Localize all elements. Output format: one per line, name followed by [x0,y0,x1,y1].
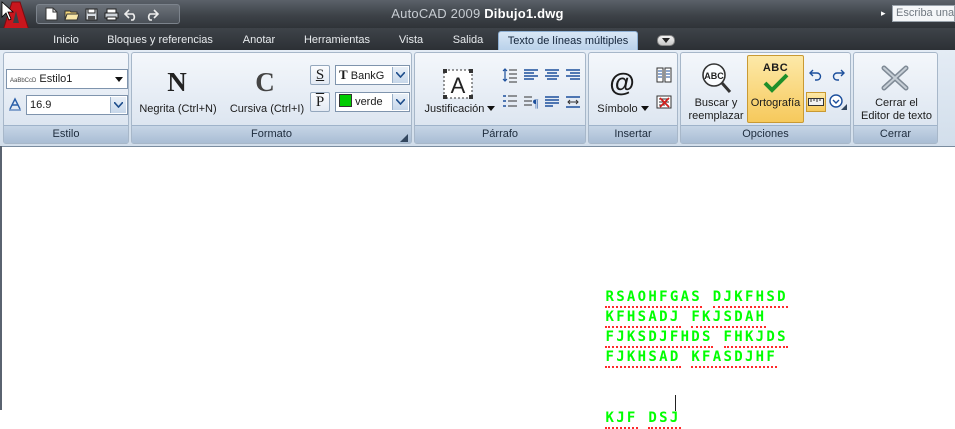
mtext-word: KJF [605,410,638,429]
find-replace-icon[interactable]: ABC [699,61,733,95]
spell-check-button[interactable]: ABC Ortografía [747,55,804,123]
bold-icon[interactable]: N [162,67,192,97]
close-editor-label-1[interactable]: Cerrar el [854,97,939,110]
annotative-icon [8,97,24,113]
minimize-ribbon-button[interactable] [657,35,675,46]
align-justify-icon[interactable] [542,92,562,112]
mtext-word: FJKHSAD [605,349,681,368]
italic-button-label[interactable]: Cursiva (Ctrl+I) [224,103,310,116]
window-title: AutoCAD 2009 Dibujo1.dwg [0,6,955,21]
align-right-icon[interactable] [563,65,583,85]
mtext-line-5[interactable]: KJF DSJ [584,394,681,429]
mtext-line-4[interactable]: FJKHSAD KFASDJHF [584,333,778,368]
panel-cerrar: Cerrar el Editor de texto Cerrar [853,52,938,144]
panel-formato: N Negrita (Ctrl+N) C Cursiva (Ctrl+I) S … [131,52,412,144]
columns-icon[interactable] [654,65,674,85]
symbol-label: Símbolo [597,103,638,115]
align-center-icon[interactable] [542,65,562,85]
bold-button-label[interactable]: Negrita (Ctrl+N) [135,103,221,116]
svg-text:¶: ¶ [533,96,539,110]
search-input[interactable]: Escriba una [892,5,955,22]
panel-expand-icon[interactable] [400,133,409,142]
chevron-down-icon [392,67,408,83]
app-name: AutoCAD 2009 [391,6,481,21]
tab-inicio[interactable]: Inicio [42,31,90,50]
close-editor-label-2[interactable]: Editor de texto [854,110,939,123]
chevron-down-icon [392,94,408,110]
close-editor-icon[interactable] [880,65,910,91]
panel-label-insertar: Insertar [589,125,677,143]
tab-vista[interactable]: Vista [390,31,432,50]
tab-bloques-y-referencias[interactable]: Bloques y referencias [92,31,228,50]
line-spacing-icon[interactable] [500,65,520,85]
tab-texto-de-lineas-multiples[interactable]: Texto de líneas múltiples [498,31,638,50]
svg-text:ABC: ABC [704,71,724,81]
mtext-word: KFASDJHF [691,349,778,368]
style-preview: AaBbCcD [10,78,37,84]
check-mark-icon [763,73,789,93]
svg-text:A: A [451,73,466,98]
tab-herramientas[interactable]: Herramientas [294,31,380,50]
height-value: 16.9 [30,99,52,111]
justification-icon[interactable]: A [443,69,473,99]
style-value: Estilo1 [39,73,73,85]
ruler-icon[interactable] [806,92,826,112]
panel-label-cerrar: Cerrar [854,125,937,143]
tab-salida[interactable]: Salida [444,31,492,50]
chevron-down-icon [111,71,126,87]
mtext-word: DSJ [648,410,681,429]
file-name: Dibujo1.dwg [484,6,564,21]
insert-field-icon[interactable] [654,92,674,112]
color-swatch [339,94,352,107]
italic-icon[interactable]: C [250,67,280,97]
panel-label-estilo: Estilo [4,125,128,143]
ribbon: AaBbCcD Estilo1 16.9 Estilo N Negrita (C… [0,50,955,147]
font-value: BankG [350,70,385,82]
panel-label-parrafo: Párrafo [415,125,585,143]
panel-opciones: ABC Buscar y reemplazar ABC Ortografía O… [680,52,851,144]
search-expand-icon[interactable]: ▸ [881,8,886,19]
paragraph-icon[interactable]: ¶ [521,92,541,112]
options-menu-icon[interactable] [828,92,848,112]
color-value: verde [355,96,383,108]
undo-icon[interactable] [806,65,826,85]
panel-estilo: AaBbCcD Estilo1 16.9 Estilo [3,52,129,144]
panel-label-opciones: Opciones [681,125,850,143]
distribute-icon[interactable] [563,92,583,112]
font-dropdown[interactable]: T BankG [335,65,410,85]
text-style-dropdown[interactable]: AaBbCcD Estilo1 [6,69,128,89]
find-replace-label-2[interactable]: reemplazar [683,110,749,123]
text-cursor [675,395,676,411]
tab-anotar[interactable]: Anotar [234,31,284,50]
panel-insertar: @ Símbolo Insertar [588,52,678,144]
chevron-down-icon [487,106,496,111]
justification-button[interactable]: Justificación [421,103,499,116]
chevron-down-icon [110,97,126,113]
truetype-font-icon: T [339,67,348,82]
spell-check-label: Ortografía [750,97,801,109]
ribbon-tab-bar: Inicio Bloques y referencias Anotar Herr… [0,28,955,50]
panel-label-formato-text: Formato [251,128,292,140]
chevron-down-icon [640,106,649,111]
symbol-button[interactable]: Símbolo [593,103,653,116]
title-bar: AutoCAD 2009 Dibujo1.dwg ▸ Escriba una [0,0,955,28]
underline-button[interactable]: S [310,65,330,85]
drawing-area-border [0,146,955,152]
window-left-edge [0,146,2,410]
bullets-numbering-icon[interactable] [500,92,520,112]
overline-button[interactable]: P [310,92,330,112]
panel-parrafo: A Justificación ¶ Párrafo [414,52,586,144]
justification-label: Justificación [424,103,485,115]
align-left-icon[interactable] [521,65,541,85]
panel-label-formato: Formato [132,125,411,143]
color-dropdown[interactable]: verde [335,92,410,112]
symbol-icon[interactable]: @ [607,67,637,97]
redo-icon[interactable] [828,65,848,85]
drawing-area[interactable] [0,146,955,410]
text-height-dropdown[interactable]: 16.9 [26,95,128,115]
find-replace-label-1[interactable]: Buscar y [683,97,749,110]
